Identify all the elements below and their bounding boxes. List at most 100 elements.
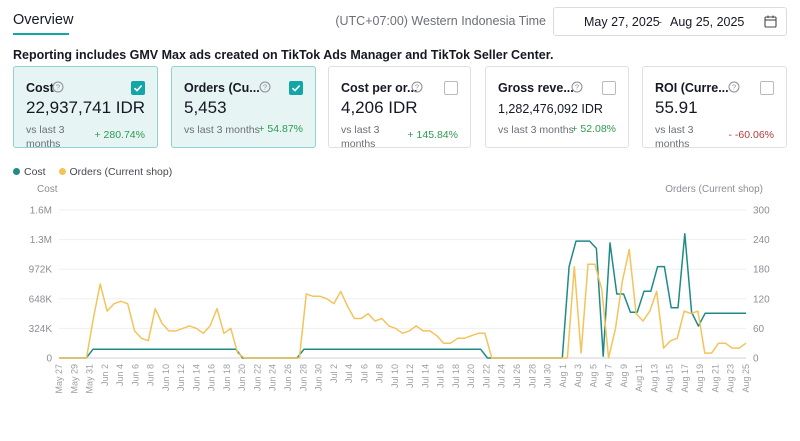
metric-card-change: + 52.08% — [571, 123, 616, 135]
legend-label-orders: Orders (Current shop) — [69, 166, 173, 178]
series-line-orders — [59, 248, 747, 359]
y-axis-title-left: Cost — [37, 184, 58, 195]
metric-card-comparison: vs last 3 months — [26, 124, 65, 150]
x-tick-label: Jul 2 — [329, 364, 339, 383]
x-tick-label: Jul 28 — [527, 364, 537, 388]
y-tick-label-right: 240 — [753, 235, 770, 246]
y-axis-title-right: Orders (Current shop) — [665, 184, 763, 195]
metric-card-value: 4,206 IDR — [341, 98, 418, 117]
x-tick-label: Jun 22 — [252, 364, 262, 391]
metric-card-3[interactable]: Cost per or...? 4,206 IDR vs last 3 months… — [328, 66, 471, 150]
metric-card-value: 55.91 — [655, 98, 698, 117]
x-tick-label: Jun 26 — [283, 364, 293, 391]
x-tick-label: Aug 3 — [573, 364, 583, 388]
x-tick-label: Jun 16 — [207, 364, 217, 391]
check-icon — [291, 85, 301, 92]
x-tick-label: Jul 4 — [344, 364, 354, 383]
metric-card-title: Cost — [26, 81, 54, 95]
x-tick-label: Jun 14 — [191, 364, 201, 391]
y-tick-label-right: 0 — [753, 354, 759, 365]
x-tick-label: Jun 18 — [222, 364, 232, 391]
y-tick-label-left: 972K — [29, 265, 53, 276]
x-tick-label: Aug 1 — [558, 364, 568, 388]
tab-overview[interactable]: Overview — [13, 12, 73, 28]
x-tick-label: Jun 2 — [100, 364, 110, 386]
metric-card-title: Cost per or... — [341, 81, 418, 95]
metric-card-change: + 145.84% — [407, 129, 458, 141]
line-chart: Cost Orders (Current shop) 0 0 324K 60 648K 120… — [29, 184, 770, 394]
legend-item-cost[interactable]: Cost — [13, 166, 46, 178]
x-tick-label: Jun 24 — [268, 364, 278, 391]
help-icon[interactable]: ? — [259, 81, 271, 93]
metric-card-value: 1,282,476,092 IDR — [498, 102, 603, 116]
series-line-cost — [59, 233, 746, 359]
x-tick-label: Aug 21 — [710, 364, 720, 393]
x-tick-label: Aug 15 — [665, 364, 675, 393]
x-tick-label: Jun 30 — [314, 364, 324, 391]
x-tick-label: Jul 10 — [390, 364, 400, 388]
y-tick-label-left: 1.3M — [30, 235, 52, 246]
metric-card-comparison: vs last 3 months — [341, 124, 380, 150]
metric-card-title: ROI (Curre... — [655, 81, 729, 95]
x-tick-label: Jul 24 — [497, 364, 507, 388]
legend-dot-cost — [13, 168, 20, 175]
help-icon[interactable]: ? — [411, 81, 423, 93]
svg-text:?: ? — [575, 83, 579, 92]
y-tick-label-left: 324K — [29, 324, 53, 335]
y-tick-label-right: 120 — [753, 294, 770, 305]
date-start: May 27, 2025 — [584, 15, 660, 29]
metric-card-4[interactable]: Gross reve...? 1,282,476,092 IDR vs last 3… — [485, 66, 629, 148]
x-tick-label: Aug 13 — [649, 364, 659, 393]
metric-card-title: Orders (Cu... — [184, 81, 260, 95]
chart-legend: Cost Orders (Current shop) — [13, 166, 182, 178]
x-tick-label: Aug 17 — [680, 364, 690, 393]
check-icon — [133, 85, 143, 92]
x-tick-label: Jun 20 — [237, 364, 247, 391]
metric-card-value: 5,453 — [184, 98, 227, 117]
x-tick-label: Aug 5 — [588, 364, 598, 388]
help-icon[interactable]: ? — [571, 81, 583, 93]
help-icon[interactable]: ? — [52, 81, 64, 93]
legend-item-orders[interactable]: Orders (Current shop) — [58, 166, 173, 178]
metric-checkbox[interactable] — [444, 81, 458, 95]
svg-text:?: ? — [56, 83, 60, 92]
help-icon[interactable]: ? — [728, 81, 740, 93]
x-tick-label: Aug 11 — [634, 364, 644, 392]
metric-card-title: Gross reve... — [498, 81, 574, 95]
x-tick-label: Jun 4 — [115, 364, 125, 386]
date-end: Aug 25, 2025 — [670, 15, 745, 29]
x-tick-label: May 31 — [85, 364, 95, 394]
metric-checkbox[interactable] — [760, 81, 774, 95]
x-tick-label: Jul 18 — [451, 364, 461, 388]
date-separator: - — [658, 15, 663, 29]
metric-checkbox[interactable] — [602, 81, 616, 95]
x-tick-label: Aug 9 — [619, 364, 629, 388]
top-bar: Overview (UTC+07:00) Western Indonesia T… — [0, 0, 800, 44]
metric-checkbox[interactable] — [131, 81, 145, 95]
metric-card-comparison: vs last 3 months — [655, 124, 694, 150]
metric-card-1[interactable]: Cost? 22,937,741 IDR vs last 3 months + 280… — [13, 66, 158, 150]
x-tick-label: Jul 8 — [375, 364, 385, 383]
x-tick-label: Jul 16 — [436, 364, 446, 388]
y-tick-label-left: 1.6M — [30, 206, 52, 217]
x-tick-label: Jul 14 — [420, 364, 430, 388]
x-tick-label: Aug 23 — [726, 364, 736, 393]
metric-checkbox[interactable] — [289, 81, 303, 95]
x-tick-label: Jun 10 — [161, 364, 171, 391]
y-tick-label-left: 0 — [46, 354, 52, 365]
x-tick-label: May 27 — [54, 364, 64, 394]
x-tick-label: Jul 22 — [481, 364, 491, 388]
svg-text:?: ? — [263, 83, 267, 92]
x-tick-label: May 29 — [69, 364, 79, 394]
x-tick-label: Jun 6 — [130, 364, 140, 386]
metric-card-change: - -60.06% — [728, 129, 774, 141]
x-tick-label: Jul 6 — [359, 364, 369, 383]
metric-card-2[interactable]: Orders (Cu...? 5,453 vs last 3 months + 54.… — [171, 66, 316, 148]
metric-card-value: 22,937,741 IDR — [26, 98, 146, 117]
timezone-label: (UTC+07:00) Western Indonesia Time — [335, 14, 546, 28]
metric-card-change: + 54.87% — [258, 123, 303, 135]
metric-card-5[interactable]: ROI (Curre...? 55.91 vs last 3 months - -60… — [642, 66, 787, 150]
x-tick-label: Jul 26 — [512, 364, 522, 388]
calendar-icon[interactable] — [764, 15, 777, 28]
date-range-picker[interactable]: May 27, 2025 - Aug 25, 2025 — [553, 7, 787, 36]
